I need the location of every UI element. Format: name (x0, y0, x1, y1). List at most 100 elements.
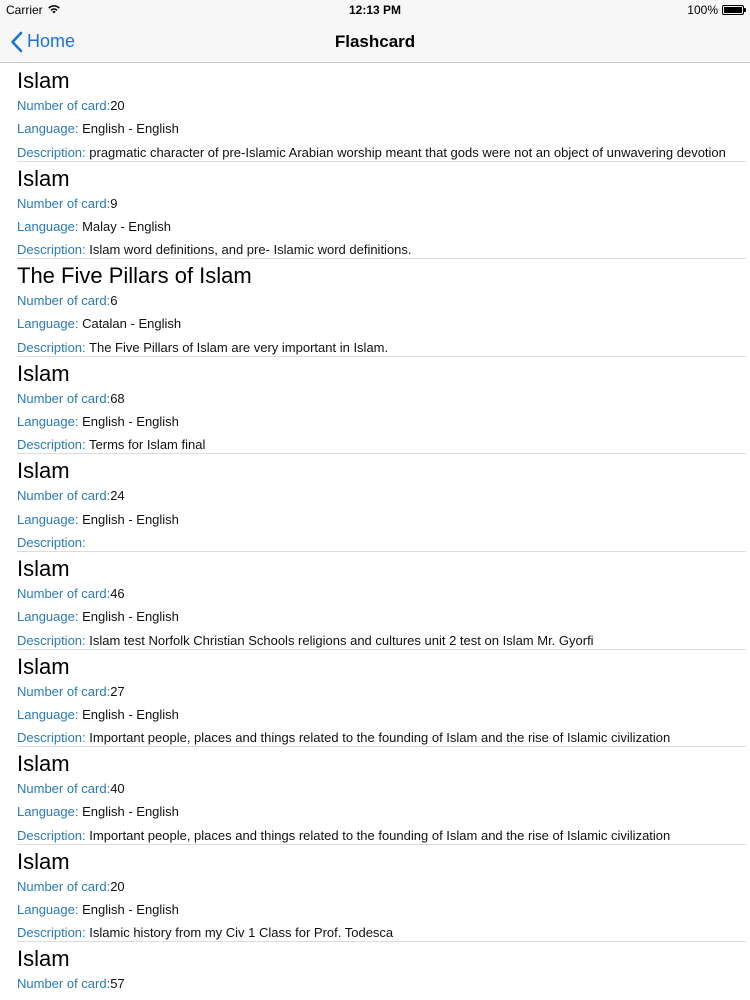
item-language-line: Language: English - English (17, 605, 729, 628)
language-value: English - English (82, 121, 179, 137)
count-label: Number of card: (17, 976, 111, 992)
count-value: 40 (110, 781, 125, 797)
list-item[interactable]: Islam Number of card:46 Language: Englis… (0, 552, 750, 650)
description-value: Islam test Norfolk Christian Schools rel… (89, 632, 594, 648)
item-language-line: Language: English - English (17, 410, 729, 433)
description-label: Description: (17, 242, 86, 258)
description-label: Description: (17, 730, 86, 746)
count-value: 20 (110, 878, 125, 894)
language-value: English - English (82, 609, 179, 625)
count-value: 46 (110, 585, 125, 601)
item-count-line: Number of card:9 (17, 192, 729, 215)
status-time: 12:13 PM (348, 3, 402, 17)
description-label: Description: (17, 144, 86, 160)
description-value: Islam word definitions, and pre- Islamic… (89, 242, 412, 258)
language-label: Language: (17, 804, 79, 820)
item-language-line: Language: English - English (17, 703, 729, 726)
language-label: Language: (17, 414, 79, 430)
item-language-line: Language: Malay - English (17, 215, 729, 238)
language-label: Language: (17, 902, 79, 918)
count-value: 6 (110, 293, 118, 309)
item-language-line: Language: English - English (17, 898, 729, 921)
description-label: Description: (17, 827, 86, 843)
flashcard-list[interactable]: Islam Number of card:20 Language: Englis… (0, 64, 750, 1000)
count-label: Number of card: (17, 683, 111, 699)
item-description-line: Description: Important people, places an… (17, 824, 729, 847)
item-description-line: Description: Terms for Islam final (17, 433, 729, 456)
count-label: Number of card: (17, 390, 111, 406)
description-value: Terms for Islam final (89, 437, 206, 453)
language-label: Language: (17, 706, 79, 722)
description-value: The Five Pillars of Islam are very impor… (89, 339, 389, 355)
description-label: Description: (17, 925, 86, 941)
language-label: Language: (17, 121, 79, 137)
item-title: Islam (17, 68, 70, 93)
item-description-line: Description: pragmatic character of pre-… (17, 141, 729, 164)
item-description-line: Description: Islam word definitions, and… (17, 238, 729, 261)
item-description-line: Description: Islamic history from my Civ… (17, 921, 729, 944)
item-count-line: Number of card:46 (17, 582, 729, 605)
description-label: Description: (17, 339, 86, 355)
item-count-line: Number of card:27 (17, 680, 729, 703)
item-count-line: Number of card:6 (17, 289, 729, 312)
item-language-line: Language: English - English (17, 800, 729, 823)
count-value: 57 (110, 976, 125, 992)
list-item[interactable]: Islam Number of card:27 Language: Englis… (0, 650, 750, 748)
status-bar: Carrier 12:13 PM 100% (0, 0, 750, 20)
count-label: Number of card: (17, 488, 111, 504)
language-value: Malay - English (82, 218, 171, 234)
item-language-line: Language: English - English (17, 117, 729, 140)
item-title: The Five Pillars of Islam (17, 263, 252, 289)
language-value: English - English (82, 902, 179, 918)
list-item[interactable]: Islam Number of card:20 Language: Englis… (0, 845, 750, 943)
battery-percent: 100% (687, 3, 718, 17)
description-value: Islamic history from my Civ 1 Class for … (89, 925, 394, 941)
item-title: Islam (17, 848, 70, 874)
count-value: 68 (110, 390, 125, 406)
item-count-line: Number of card:20 (17, 875, 729, 898)
page-title: Flashcard (334, 32, 416, 51)
item-language-line: Language: English - English (17, 508, 729, 531)
item-title: Islam (17, 555, 70, 581)
item-count-line: Number of card:40 (17, 777, 729, 800)
battery-icon (722, 5, 746, 15)
item-count-line: Number of card:24 (17, 484, 729, 507)
language-label: Language: (17, 609, 79, 625)
item-title: Islam (17, 165, 70, 191)
description-label: Description: (17, 632, 86, 648)
language-value: Catalan - English (82, 316, 182, 332)
count-label: Number of card: (17, 293, 111, 309)
item-title: Islam (17, 458, 70, 484)
count-label: Number of card: (17, 98, 111, 113)
item-description-line: Description: Important people, places an… (17, 726, 729, 749)
description-label: Description: (17, 534, 86, 550)
language-value: English - English (82, 706, 179, 722)
list-item[interactable]: Islam Number of card:9 Language: Malay -… (0, 162, 750, 260)
language-value: English - English (82, 511, 179, 527)
description-value: Important people, places and things rela… (89, 827, 671, 843)
item-count-line: Number of card:57 (17, 972, 729, 995)
list-item[interactable]: Islam Number of card:68 Language: Englis… (0, 357, 750, 455)
count-value: 24 (110, 488, 125, 504)
list-item[interactable]: The Five Pillars of Islam Number of card… (0, 259, 750, 357)
navigation-bar: Home Flashcard (0, 20, 750, 63)
count-value: 9 (110, 195, 118, 211)
count-label: Number of card: (17, 878, 111, 894)
battery-indicator: 100% (687, 0, 746, 20)
list-item[interactable]: Islam Number of card:57 Language: Arabic… (0, 942, 750, 1000)
count-value: 27 (110, 683, 125, 699)
list-item[interactable]: Islam Number of card:40 Language: Englis… (0, 747, 750, 845)
count-label: Number of card: (17, 585, 111, 601)
item-language-line: Language: Arabic - Arabic (17, 996, 729, 1000)
language-label: Language: (17, 316, 79, 332)
item-language-line: Language: Catalan - English (17, 312, 729, 335)
item-title: Islam (17, 946, 70, 972)
item-title: Islam (17, 751, 70, 777)
count-label: Number of card: (17, 195, 111, 211)
description-value: pragmatic character of pre-Islamic Arabi… (89, 144, 726, 160)
item-title: Islam (17, 653, 70, 679)
list-item[interactable]: Islam Number of card:20 Language: Englis… (0, 64, 750, 162)
description-value: Important people, places and things rela… (89, 730, 671, 746)
count-value: 20 (110, 98, 125, 113)
list-item[interactable]: Islam Number of card:24 Language: Englis… (0, 454, 750, 552)
